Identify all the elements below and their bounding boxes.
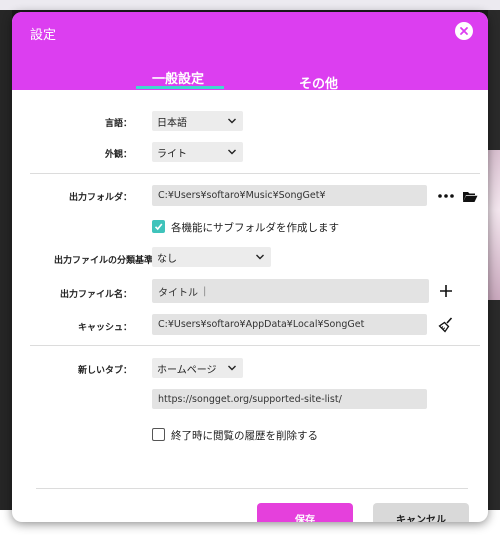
appearance-value: ライト	[157, 148, 187, 160]
chevron-down-icon	[228, 365, 236, 371]
chevron-down-icon	[228, 149, 236, 155]
plus-icon	[440, 285, 452, 297]
chevron-down-icon	[256, 254, 264, 260]
new-tab-label: 新しいタブ：	[77, 366, 132, 376]
dialog-header: 設定 一般設定 その他	[12, 12, 488, 92]
new-tab-select[interactable]: ホームページ	[152, 358, 243, 378]
broom-icon	[438, 317, 453, 333]
more-dots-icon	[438, 194, 454, 198]
tab-general[interactable]: 一般設定	[152, 68, 204, 87]
clear-cache-button[interactable]	[435, 314, 457, 336]
appearance-label: 外観：	[104, 150, 132, 160]
save-button[interactable]: 保存	[257, 503, 353, 522]
background-thumbnail	[488, 150, 500, 300]
subfolder-checkbox[interactable]	[152, 220, 165, 233]
language-select[interactable]: 日本語	[152, 111, 243, 131]
filename-label: 出力ファイル名：	[59, 290, 132, 300]
cache-field[interactable]: C:¥Users¥softaro¥AppData¥Local¥SongGet	[152, 314, 427, 335]
clear-history-label: 終了時に閲覧の履歴を削除する	[171, 430, 318, 442]
language-label: 言語：	[104, 119, 132, 129]
tab-other[interactable]: その他	[299, 73, 338, 92]
classification-select[interactable]: なし	[152, 247, 271, 267]
more-button[interactable]	[436, 186, 456, 206]
homepage-url-field[interactable]: https://songget.org/supported-site-list/	[152, 389, 427, 409]
background-page-top	[0, 0, 500, 10]
subfolder-label: 各機能にサブフォルダを作成します	[171, 222, 339, 234]
text-cursor: |	[203, 285, 207, 297]
folder-open-icon	[463, 191, 478, 202]
chevron-down-icon	[228, 118, 236, 124]
add-button[interactable]	[434, 280, 458, 302]
filename-field[interactable]: タイトル |	[152, 279, 429, 303]
check-icon	[154, 223, 163, 231]
cache-value: C:¥Users¥softaro¥AppData¥Local¥SongGet	[158, 319, 365, 330]
output-folder-value: C:¥Users¥softaro¥Music¥SongGet¥	[158, 190, 326, 201]
divider	[30, 345, 480, 346]
output-folder-field[interactable]: C:¥Users¥softaro¥Music¥SongGet¥	[152, 185, 427, 206]
cancel-button[interactable]: キャンセル	[373, 503, 469, 522]
cache-label: キャッシュ：	[77, 323, 132, 333]
filename-value: タイトル	[158, 287, 198, 299]
divider	[36, 488, 468, 489]
background-page-left	[0, 10, 12, 510]
clear-history-checkbox[interactable]	[152, 428, 165, 441]
homepage-url-value: https://songget.org/supported-site-list/	[158, 393, 342, 405]
appearance-select[interactable]: ライト	[152, 142, 243, 162]
active-tab-indicator	[136, 86, 224, 89]
dialog-title: 設定	[30, 28, 57, 43]
language-value: 日本語	[157, 117, 187, 129]
classification-label: 出力ファイルの分類基準：	[53, 256, 162, 266]
classification-value: なし	[157, 253, 177, 265]
divider	[30, 173, 480, 174]
browse-folder-button[interactable]	[460, 186, 480, 206]
close-icon	[460, 27, 468, 35]
settings-dialog: 設定 一般設定 その他 言語： 日本語 外観： ライト 出力フォルダ： C:¥U…	[12, 12, 488, 522]
close-button[interactable]	[455, 22, 473, 40]
output-folder-label: 出力フォルダ：	[68, 193, 132, 203]
new-tab-value: ホームページ	[157, 364, 217, 376]
